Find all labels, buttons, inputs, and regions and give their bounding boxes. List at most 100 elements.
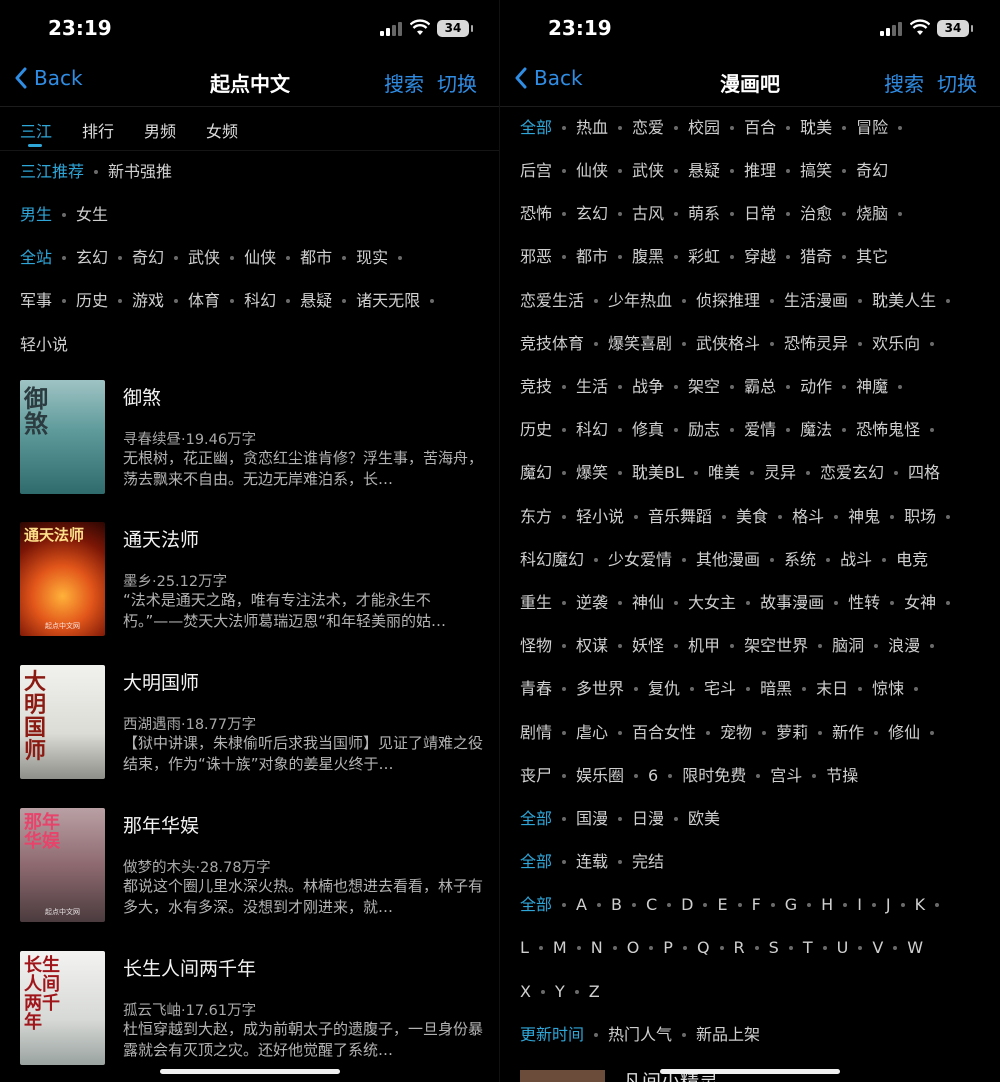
- tab-female[interactable]: 女频: [206, 118, 238, 142]
- filter-item[interactable]: C: [646, 894, 657, 916]
- filter-item[interactable]: 冒险: [856, 117, 888, 139]
- filter-item[interactable]: H: [821, 894, 833, 916]
- filter-item[interactable]: Q: [697, 937, 710, 959]
- filter-item[interactable]: 大女主: [688, 592, 736, 614]
- filter-item[interactable]: 惊悚: [872, 678, 904, 700]
- book-list-item[interactable]: 御煞 御煞 寻春续昼·19.46万字 无根树，花正幽，贪恋红尘谁肯修？浮生事，苦海舟，…: [20, 380, 490, 500]
- filter-item[interactable]: 轻小说: [576, 506, 624, 528]
- filter-item[interactable]: 腹黑: [632, 246, 664, 268]
- comic-cover-thumbnail[interactable]: [520, 1070, 605, 1082]
- filter-item[interactable]: 虐心: [576, 722, 608, 744]
- filter-item[interactable]: 完结: [632, 851, 664, 873]
- filter-item[interactable]: 重生: [520, 592, 552, 614]
- filter-item[interactable]: 限时免费: [682, 765, 746, 787]
- filter-item[interactable]: 浪漫: [888, 635, 920, 657]
- filter-item[interactable]: Y: [555, 981, 565, 1003]
- filter-item[interactable]: 神魔: [856, 376, 888, 398]
- filter-item[interactable]: W: [907, 937, 923, 959]
- filter-item[interactable]: 性转: [848, 592, 880, 614]
- tab-sanjiang[interactable]: 三江: [20, 118, 52, 147]
- filter-item[interactable]: 治愈: [800, 203, 832, 225]
- filter-item[interactable]: 武侠格斗: [696, 333, 760, 355]
- filter-item[interactable]: 穿越: [744, 246, 776, 268]
- filter-item[interactable]: 新作: [832, 722, 864, 744]
- filter-item[interactable]: 恐怖: [520, 203, 552, 225]
- filter-item[interactable]: 爱情: [744, 419, 776, 441]
- filter-item[interactable]: P: [663, 937, 673, 959]
- filter-item[interactable]: 竞技体育: [520, 333, 584, 355]
- filter-item[interactable]: 职场: [904, 506, 936, 528]
- filter-item[interactable]: 耽美: [800, 117, 832, 139]
- filter-item[interactable]: E: [717, 894, 727, 916]
- book-list-item[interactable]: 通天法师 起点中文网 通天法师 墨乡·25.12万字 “法术是通天之路，唯有专注法术，才…: [20, 522, 490, 642]
- filter-item[interactable]: 架空: [688, 376, 720, 398]
- filter-item[interactable]: 妖怪: [632, 635, 664, 657]
- filter-item[interactable]: 萌系: [688, 203, 720, 225]
- filter-item[interactable]: 其他漫画: [696, 549, 760, 571]
- filter-item[interactable]: 轻小说: [20, 334, 68, 356]
- filter-item[interactable]: 少女爱情: [608, 549, 672, 571]
- filter-item[interactable]: 奇幻: [856, 160, 888, 182]
- filter-item[interactable]: F: [752, 894, 761, 916]
- filter-item[interactable]: M: [553, 937, 567, 959]
- switch-button[interactable]: 切换: [937, 68, 977, 97]
- filter-item[interactable]: 神仙: [632, 592, 664, 614]
- filter-item[interactable]: 爆笑喜剧: [608, 333, 672, 355]
- filter-item[interactable]: 新品上架: [696, 1024, 760, 1046]
- filter-item[interactable]: 武侠: [632, 160, 664, 182]
- filter-item[interactable]: 游戏: [132, 290, 164, 312]
- filter-item[interactable]: 怪物: [520, 635, 552, 657]
- filter-item[interactable]: 灵异: [764, 462, 796, 484]
- filter-item[interactable]: 宠物: [720, 722, 752, 744]
- filter-item[interactable]: 音乐舞蹈: [648, 506, 712, 528]
- filter-item[interactable]: 全部: [520, 851, 552, 873]
- filter-item[interactable]: 女生: [76, 204, 108, 226]
- filter-item[interactable]: 仙侠: [244, 247, 276, 269]
- back-button[interactable]: Back: [514, 66, 583, 90]
- filter-item[interactable]: O: [627, 937, 640, 959]
- filter-item[interactable]: 架空世界: [744, 635, 808, 657]
- filter-item[interactable]: 神鬼: [848, 506, 880, 528]
- filter-item[interactable]: 权谋: [576, 635, 608, 657]
- filter-item[interactable]: 历史: [76, 290, 108, 312]
- filter-item[interactable]: 三江推荐: [20, 161, 84, 183]
- filter-item[interactable]: 玄幻: [76, 247, 108, 269]
- filter-item[interactable]: 国漫: [576, 808, 608, 830]
- filter-item[interactable]: 科幻: [244, 290, 276, 312]
- filter-item[interactable]: 热血: [576, 117, 608, 139]
- filter-item[interactable]: 战争: [632, 376, 664, 398]
- filter-item[interactable]: 都市: [576, 246, 608, 268]
- filter-item[interactable]: 新书强推: [108, 161, 172, 183]
- filter-item[interactable]: 恐怖灵异: [784, 333, 848, 355]
- filter-item[interactable]: 百合: [744, 117, 776, 139]
- search-button[interactable]: 搜索: [384, 68, 424, 97]
- filter-item[interactable]: 体育: [188, 290, 220, 312]
- tab-male[interactable]: 男频: [144, 118, 176, 142]
- filter-item[interactable]: 军事: [20, 290, 52, 312]
- filter-item[interactable]: 奇幻: [132, 247, 164, 269]
- filter-item[interactable]: U: [837, 937, 849, 959]
- filter-item[interactable]: X: [520, 981, 531, 1003]
- filter-item[interactable]: 宅斗: [704, 678, 736, 700]
- book-list-item[interactable]: 那年华娱 起点中文网 那年华娱 做梦的木头·28.78万字 都说这个圈儿里水深火热。林楠…: [20, 808, 490, 928]
- filter-item[interactable]: 励志: [688, 419, 720, 441]
- filter-item[interactable]: Z: [589, 981, 600, 1003]
- filter-item[interactable]: 搞笑: [800, 160, 832, 182]
- filter-item[interactable]: 节操: [826, 765, 858, 787]
- filter-item[interactable]: R: [734, 937, 745, 959]
- filter-item[interactable]: 电竞: [896, 549, 928, 571]
- filter-item[interactable]: 百合女性: [632, 722, 696, 744]
- filter-item[interactable]: 魔幻: [520, 462, 552, 484]
- filter-item[interactable]: 魔法: [800, 419, 832, 441]
- filter-item[interactable]: 恋爱玄幻: [820, 462, 884, 484]
- filter-item[interactable]: 生活: [576, 376, 608, 398]
- filter-item[interactable]: 猎奇: [800, 246, 832, 268]
- filter-item[interactable]: 系统: [784, 549, 816, 571]
- tab-ranking[interactable]: 排行: [82, 118, 114, 142]
- filter-item[interactable]: 宫斗: [770, 765, 802, 787]
- filter-item[interactable]: 生活漫画: [784, 290, 848, 312]
- filter-item[interactable]: 剧情: [520, 722, 552, 744]
- filter-item[interactable]: 战斗: [840, 549, 872, 571]
- filter-item[interactable]: 东方: [520, 506, 552, 528]
- filter-item[interactable]: 古风: [632, 203, 664, 225]
